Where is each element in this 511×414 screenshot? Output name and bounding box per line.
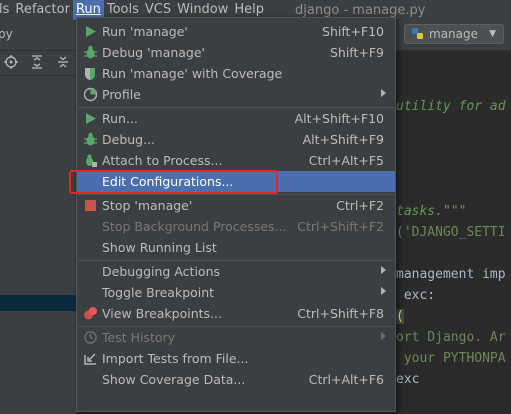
menu-item-label: Attach to Process...	[102, 153, 223, 168]
menu-item-profile[interactable]: Profile	[77, 84, 395, 105]
menu-item-attach-process[interactable]: Attach to Process... Ctrl+Alt+F5	[77, 150, 395, 171]
profile-icon	[83, 87, 98, 102]
code-line: your PYTHONPA	[396, 351, 506, 366]
menu-item-label: Debugging Actions	[102, 264, 221, 279]
menu-item-run-coverage[interactable]: Run 'manage' with Coverage	[77, 63, 395, 84]
window-title: django - manage.py	[295, 2, 426, 18]
menu-item-label: Show Coverage Data...	[102, 372, 246, 387]
python-icon	[412, 28, 423, 39]
menu-item-import-tests[interactable]: Import Tests from File...	[77, 348, 395, 369]
menu-item-shortcut: Shift+F9	[329, 45, 384, 60]
code-line: tasks."""	[396, 204, 467, 219]
menu-item-run-dialog[interactable]: Run... Alt+Shift+F10	[77, 108, 395, 129]
menu-item-run-manage[interactable]: Run 'manage' Shift+F10	[77, 21, 395, 42]
menu-item-label: Show Running List	[102, 240, 217, 255]
project-name-trunc: py	[0, 27, 13, 41]
menu-item-shortcut: Ctrl+Alt+F6	[308, 372, 384, 387]
code-line: exc	[396, 372, 420, 387]
menu-item-label: View Breakpoints...	[102, 306, 222, 321]
project-tree-selection[interactable]	[0, 295, 76, 311]
menu-item-label: Test History	[102, 330, 176, 345]
run-menu: Run 'manage' Shift+F10 Debug 'manage' Sh…	[76, 17, 396, 412]
highlight-box	[69, 170, 278, 194]
code-line: exc:	[396, 288, 436, 303]
stop-icon	[85, 200, 96, 211]
run-icon	[86, 113, 96, 124]
debug-icon	[84, 132, 97, 146]
project-panel	[0, 76, 76, 414]
submenu-arrow-icon	[381, 89, 386, 97]
menu-run-label: Run	[75, 2, 101, 17]
menu-item-debug-manage[interactable]: Debug 'manage' Shift+F9	[77, 42, 395, 63]
menu-item-label: Stop 'manage'	[102, 198, 193, 213]
code-editor[interactable]: utility for ad tasks.""" ('DJANGO_SETTI …	[396, 51, 511, 414]
attach-icon	[86, 154, 97, 167]
menu-item-label: Run 'manage' with Coverage	[102, 66, 283, 81]
collapse-all-icon[interactable]	[55, 54, 71, 70]
locate-icon[interactable]	[3, 54, 19, 70]
menu-item-show-coverage[interactable]: Show Coverage Data... Ctrl+Alt+F6	[77, 369, 395, 390]
submenu-arrow-icon	[381, 332, 386, 340]
menu-file-trunc[interactable]: ls	[0, 0, 12, 20]
menu-item-label: Run 'manage'	[102, 24, 188, 39]
menu-item-label: Debug 'manage'	[102, 45, 205, 60]
import-icon	[84, 353, 96, 365]
menu-item-label: Toggle Breakpoint	[102, 285, 215, 300]
code-line: (	[396, 309, 404, 324]
menu-item-shortcut: Ctrl+Alt+F5	[308, 153, 384, 168]
chevron-down-icon: ▼	[489, 29, 496, 39]
project-toolbar	[0, 51, 76, 76]
code-line: ort Django. Ar	[396, 330, 506, 345]
submenu-arrow-icon	[381, 287, 386, 295]
run-config-label: manage	[429, 27, 479, 41]
run-icon	[86, 26, 96, 37]
menu-item-label: Stop Background Processes...	[102, 219, 287, 234]
code-line: utility for ad	[396, 99, 506, 114]
menu-item-shortcut: Alt+Shift+F9	[302, 132, 384, 147]
menu-item-label: Debug...	[102, 132, 156, 147]
code-line: management imp	[396, 267, 506, 282]
menu-item-test-history[interactable]: Test History	[77, 327, 395, 348]
menu-refactor[interactable]: Refactor	[12, 0, 73, 20]
menu-item-show-running-list[interactable]: Show Running List	[77, 237, 395, 258]
menu-item-stop-manage[interactable]: Stop 'manage' Ctrl+F2	[77, 195, 395, 216]
coverage-icon	[85, 68, 95, 80]
breakpoints-icon	[84, 307, 97, 320]
menu-item-shortcut: Ctrl+Shift+F8	[297, 306, 384, 321]
menu-item-stop-background[interactable]: Stop Background Processes... Ctrl+Shift+…	[77, 216, 395, 237]
menu-item-label: Import Tests from File...	[102, 351, 249, 366]
debug-icon	[84, 45, 97, 59]
menu-item-shortcut: Alt+Shift+F10	[294, 111, 384, 126]
menu-item-shortcut: Shift+F10	[322, 24, 384, 39]
submenu-arrow-icon	[381, 266, 386, 274]
menu-item-label: Run...	[102, 111, 138, 126]
code-line: ('DJANGO_SETTI	[396, 225, 506, 240]
menu-item-debug-dialog[interactable]: Debug... Alt+Shift+F9	[77, 129, 395, 150]
menu-item-label: Profile	[102, 87, 141, 102]
menu-item-shortcut: Ctrl+Shift+F2	[297, 219, 384, 234]
menu-item-toggle-breakpoint[interactable]: Toggle Breakpoint	[77, 282, 395, 303]
menu-item-debugging-actions[interactable]: Debugging Actions	[77, 261, 395, 282]
menu-item-view-breakpoints[interactable]: View Breakpoints... Ctrl+Shift+F8	[77, 303, 395, 324]
menu-item-shortcut: Ctrl+F2	[336, 198, 384, 213]
history-icon	[84, 331, 97, 344]
run-config-selector[interactable]: manage ▼	[404, 24, 504, 44]
expand-all-icon[interactable]	[29, 54, 45, 70]
